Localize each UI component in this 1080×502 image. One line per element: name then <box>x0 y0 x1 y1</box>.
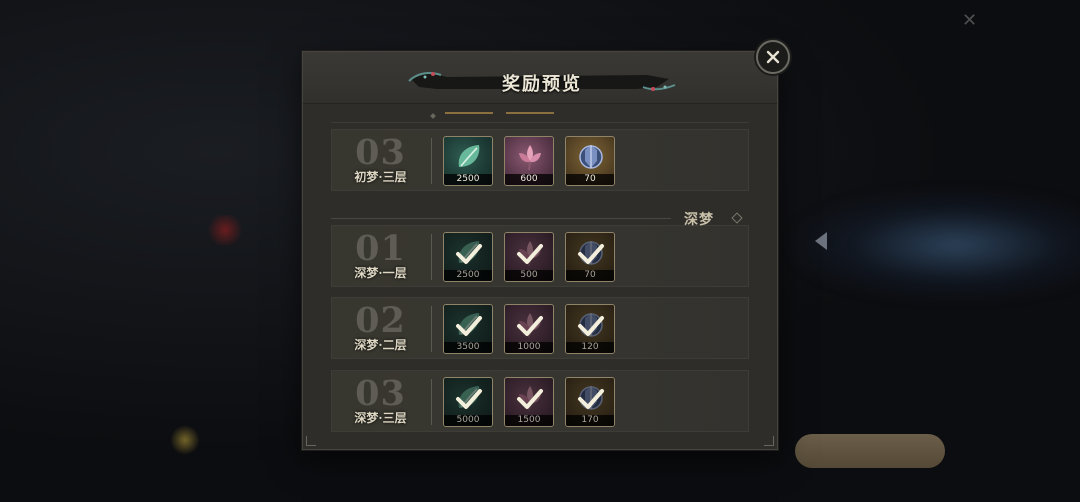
checkmark-icon <box>578 389 604 409</box>
checkmark-icon <box>517 244 543 264</box>
background-arrow-icon <box>815 232 827 250</box>
row-label: 03 初梦·三层 <box>332 130 429 190</box>
reward-item[interactable]: 70 <box>565 136 615 186</box>
dialog-title: 奖励预览 <box>502 74 582 95</box>
row-divider <box>431 234 432 280</box>
reward-row: 03 深梦·三层 5000 1500 170 <box>331 370 749 432</box>
tab-underline[interactable] <box>506 112 554 114</box>
reward-preview-dialog: 奖励预览 03 初梦·三层 2500 600 70 01 深梦·一层 2500 500 70 02 深… <box>302 51 778 450</box>
reward-item[interactable]: 70 <box>565 232 615 282</box>
pink-flower-icon <box>519 145 541 171</box>
floor-number: 02 <box>355 300 406 341</box>
tab-underline[interactable] <box>445 112 493 114</box>
divider <box>331 122 749 123</box>
item-count: 5000 <box>444 415 492 426</box>
item-count: 500 <box>505 270 553 281</box>
reward-row: 01 深梦·一层 2500 500 70 <box>331 225 749 287</box>
item-count: 600 <box>505 174 553 185</box>
item-count: 70 <box>566 270 614 281</box>
item-count: 120 <box>566 342 614 353</box>
reward-item[interactable]: 600 <box>504 136 554 186</box>
item-count: 2500 <box>444 174 492 185</box>
reward-item[interactable]: 3500 <box>443 304 493 354</box>
floor-name: 深梦·一层 <box>354 266 407 280</box>
item-count: 70 <box>566 174 614 185</box>
close-button[interactable] <box>756 40 790 74</box>
floor-number: 01 <box>355 228 406 269</box>
section-divider-deep-dream: 深梦 <box>331 209 749 229</box>
background-glow <box>790 190 1080 300</box>
blue-crystal-icon <box>579 145 603 169</box>
reward-item[interactable]: 120 <box>565 304 615 354</box>
green-leaf-icon <box>458 145 480 167</box>
reward-item[interactable]: 1500 <box>504 377 554 427</box>
row-label: 02 深梦·二层 <box>332 298 429 358</box>
reward-row: 03 初梦·三层 2500 600 70 <box>331 129 749 191</box>
floor-name: 深梦·三层 <box>354 411 407 425</box>
checkmark-icon <box>456 389 482 409</box>
item-count: 1000 <box>505 342 553 353</box>
checkmark-icon <box>578 316 604 336</box>
checkmark-icon <box>517 316 543 336</box>
reward-item[interactable]: 1000 <box>504 304 554 354</box>
background-red-light <box>205 215 245 245</box>
row-divider <box>431 306 432 352</box>
reward-item[interactable]: 500 <box>504 232 554 282</box>
checkmark-icon <box>578 244 604 264</box>
row-divider <box>431 379 432 425</box>
tab-marker <box>430 113 436 119</box>
reward-item[interactable]: 170 <box>565 377 615 427</box>
section-label: 深梦 <box>684 212 714 228</box>
checkmark-icon <box>517 389 543 409</box>
row-divider <box>431 138 432 184</box>
divider-line <box>331 218 671 219</box>
diamond-icon <box>731 212 743 224</box>
item-count: 170 <box>566 415 614 426</box>
close-icon <box>766 50 780 64</box>
reward-item[interactable]: 2500 <box>443 232 493 282</box>
floor-name: 深梦·二层 <box>354 338 407 352</box>
dialog-header: 奖励预览 <box>303 52 777 104</box>
row-label: 03 深梦·三层 <box>332 371 429 431</box>
item-count: 2500 <box>444 270 492 281</box>
row-label: 01 深梦·一层 <box>332 226 429 286</box>
title-banner: 奖励预览 <box>407 65 677 97</box>
floor-number: 03 <box>355 132 406 173</box>
floor-name: 初梦·三层 <box>354 170 407 184</box>
item-count: 1500 <box>505 415 553 426</box>
frame-corner <box>764 436 774 446</box>
background-action-button <box>795 434 945 468</box>
item-count: 3500 <box>444 342 492 353</box>
background-corner-icon: ✕ <box>962 10 978 31</box>
reward-row: 02 深梦·二层 3500 1000 120 <box>331 297 749 359</box>
frame-corner <box>306 436 316 446</box>
reward-item[interactable]: 5000 <box>443 377 493 427</box>
reward-item[interactable]: 2500 <box>443 136 493 186</box>
checkmark-icon <box>456 244 482 264</box>
checkmark-icon <box>456 316 482 336</box>
background-star-icon <box>170 425 200 455</box>
floor-number: 03 <box>355 373 406 414</box>
